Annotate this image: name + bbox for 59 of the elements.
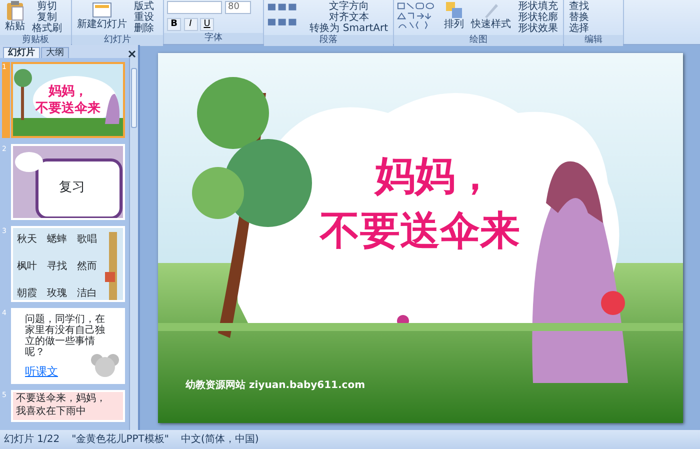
- ribbon-button[interactable]: 排列: [442, 1, 466, 30]
- ribbon-button[interactable]: 格式刷: [30, 23, 64, 34]
- font-name-field[interactable]: [167, 1, 222, 14]
- slide-icon: [92, 1, 112, 19]
- ribbon-button[interactable]: 形状轮廓: [516, 12, 560, 23]
- thumbnail-title: 复习: [59, 179, 85, 197]
- ribbon-button[interactable]: 快速样式: [469, 1, 513, 30]
- clipboard-icon: [6, 1, 24, 21]
- slide-title: 不要送伞来: [318, 208, 521, 254]
- word-text: 秋天: [17, 232, 38, 247]
- group-label: 编辑: [564, 35, 623, 46]
- word-text: 朝霞: [17, 286, 38, 300]
- website-caption: 幼教资源网站 ziyuan.baby611.com: [186, 378, 366, 392]
- group-label: 绘图: [394, 35, 563, 46]
- word-text: 玫瑰: [47, 287, 68, 300]
- format-button[interactable]: U: [200, 18, 214, 31]
- thumbnail-text: 不要送伞来，妈妈，: [16, 393, 106, 405]
- word-text: 歌唱: [77, 233, 98, 247]
- ribbon-button[interactable]: 形状填充: [516, 1, 560, 12]
- ribbon-button[interactable]: 剪切: [30, 1, 64, 12]
- ribbon-button[interactable]: 粘贴: [3, 1, 27, 32]
- ribbon-button[interactable]: 版式: [132, 1, 156, 12]
- slide-title: 妈妈，: [373, 152, 496, 198]
- ribbon-button[interactable]: 替换: [567, 12, 591, 23]
- status-text: 幻灯片 1/22: [4, 432, 60, 447]
- question-text: 问题，同学们，在家里有没有自己独立的做一些事情呢？: [25, 314, 106, 358]
- word-text: 洁白: [77, 286, 98, 300]
- ribbon-button[interactable]: 新建幻灯片: [75, 1, 129, 30]
- status-text: "金黄色花儿PPT模板": [72, 432, 170, 447]
- word-text: 寻找: [47, 260, 68, 274]
- ribbon-button[interactable]: 对齐文本: [308, 12, 390, 23]
- panel-tab[interactable]: 幻灯片: [3, 47, 40, 58]
- ribbon-button[interactable]: 删除: [132, 23, 156, 34]
- ribbon-button[interactable]: 复制: [30, 12, 64, 23]
- ribbon-button[interactable]: 转换为 SmartArt: [308, 23, 390, 34]
- panel-tab[interactable]: 大纲: [41, 47, 69, 58]
- group-label: 段落: [264, 35, 393, 46]
- thumbnail-title: 妈妈，: [47, 84, 88, 99]
- group-label: 字体: [164, 33, 263, 44]
- font-size-field[interactable]: 80: [225, 1, 251, 14]
- word-text: 蟋蟀: [47, 232, 68, 247]
- shapes-icon: [445, 1, 463, 19]
- format-button[interactable]: I: [184, 18, 198, 31]
- listen-link[interactable]: 听课文: [25, 364, 58, 380]
- ribbon-button[interactable]: 形状效果: [516, 23, 560, 34]
- group-label: 剪贴板: [0, 35, 71, 46]
- status-text: 中文(简体，中国): [181, 432, 259, 447]
- thumbnail-text: 我喜欢在下雨中: [16, 406, 86, 418]
- scrollbar[interactable]: [129, 58, 138, 430]
- ribbon-button[interactable]: 重设: [132, 12, 156, 23]
- ribbon-button[interactable]: 查找: [567, 1, 591, 12]
- close-icon[interactable]: [128, 50, 136, 58]
- group-label: 幻灯片: [72, 35, 163, 46]
- thumbnail-title: 不要送伞来: [34, 101, 102, 116]
- ribbon-button[interactable]: 选择: [567, 23, 591, 34]
- word-text: 然而: [77, 260, 98, 274]
- format-button[interactable]: B: [167, 18, 181, 31]
- word-text: 枫叶: [17, 260, 38, 274]
- ribbon-button[interactable]: 文字方向: [308, 1, 390, 12]
